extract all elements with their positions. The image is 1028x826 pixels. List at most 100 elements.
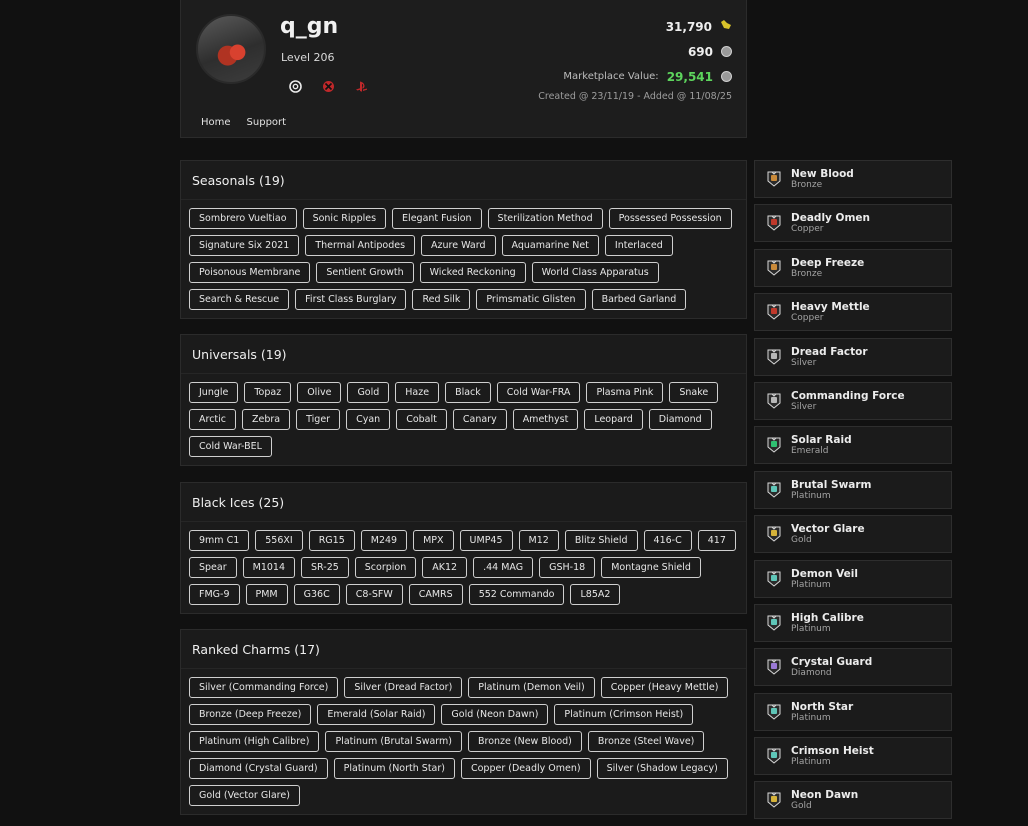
tag-chip[interactable]: Signature Six 2021 (189, 235, 300, 256)
tag-chip[interactable]: Red Silk (412, 289, 471, 310)
charm-item[interactable]: Solar Raid Emerald (754, 426, 952, 465)
tag-chip[interactable]: Interlaced (604, 235, 673, 256)
playstation-icon[interactable] (355, 80, 368, 93)
tag-chip[interactable]: AK12 (422, 557, 468, 578)
tag-chip[interactable]: Sonic Ripples (302, 208, 387, 229)
tag-chip[interactable]: 556XI (255, 530, 303, 551)
tag-chip[interactable]: Silver (Dread Factor) (344, 677, 463, 698)
tag-chip[interactable]: Silver (Commanding Force) (189, 677, 339, 698)
tag-chip[interactable]: .44 MAG (473, 557, 534, 578)
tag-chip[interactable]: Olive (297, 382, 342, 403)
nav-support-link[interactable]: Support (247, 117, 287, 128)
tag-chip[interactable]: Cold War-FRA (496, 382, 581, 403)
tag-chip[interactable]: C8-SFW (345, 584, 403, 605)
tag-chip[interactable]: RG15 (308, 530, 355, 551)
tag-chip[interactable]: Copper (Deadly Omen) (460, 758, 591, 779)
tag-chip[interactable]: M249 (360, 530, 408, 551)
tag-chip[interactable]: 552 Commando (468, 584, 565, 605)
tag-chip[interactable]: M12 (518, 530, 559, 551)
tag-chip[interactable]: Canary (452, 409, 507, 430)
tag-chip[interactable]: Black (445, 382, 491, 403)
charm-item[interactable]: Deep Freeze Bronze (754, 248, 952, 287)
tag-chip[interactable]: PMM (245, 584, 288, 605)
tag-chip[interactable]: Platinum (Demon Veil) (468, 677, 595, 698)
tag-chip[interactable]: Scorpion (354, 557, 417, 578)
tag-chip[interactable]: Sterilization Method (487, 208, 603, 229)
tag-chip[interactable]: Platinum (Brutal Swarm) (325, 731, 462, 752)
tag-chip[interactable]: Search & Rescue (189, 289, 290, 310)
tag-chip[interactable]: 417 (697, 530, 736, 551)
tag-chip[interactable]: Topaz (244, 382, 292, 403)
tag-chip[interactable]: Platinum (North Star) (333, 758, 455, 779)
tag-chip[interactable]: Platinum (High Calibre) (189, 731, 320, 752)
charm-item[interactable]: New Blood Bronze (754, 160, 952, 198)
tag-chip[interactable]: Wicked Reckoning (419, 262, 526, 283)
tag-chip[interactable]: Gold (Neon Dawn) (441, 704, 549, 725)
tag-chip[interactable]: Amethyst (512, 409, 579, 430)
tag-chip[interactable]: Cold War-BEL (189, 436, 272, 457)
charm-item[interactable]: Commanding Force Silver (754, 381, 952, 420)
tag-chip[interactable]: Blitz Shield (564, 530, 638, 551)
charm-item[interactable]: Brutal Swarm Platinum (754, 470, 952, 509)
tag-chip[interactable]: CAMRS (408, 584, 463, 605)
tag-chip[interactable]: Cyan (346, 409, 391, 430)
tag-chip[interactable]: Thermal Antipodes (305, 235, 416, 256)
tag-chip[interactable]: First Class Burglary (295, 289, 407, 310)
tag-chip[interactable]: Cobalt (396, 409, 447, 430)
tag-chip[interactable]: Haze (395, 382, 440, 403)
charm-item[interactable]: Crystal Guard Diamond (754, 648, 952, 687)
charm-item[interactable]: Crimson Heist Platinum (754, 737, 952, 776)
tag-chip[interactable]: Copper (Heavy Mettle) (600, 677, 729, 698)
tag-chip[interactable]: Bronze (New Blood) (468, 731, 582, 752)
tag-chip[interactable]: Gold (347, 382, 390, 403)
charm-item[interactable]: Neon Dawn Gold (754, 781, 952, 820)
charm-item[interactable]: North Star Platinum (754, 692, 952, 731)
charm-item[interactable]: Dread Factor Silver (754, 337, 952, 376)
tag-chip[interactable]: Poisonous Membrane (189, 262, 311, 283)
tag-chip[interactable]: SR-25 (301, 557, 349, 578)
charm-item[interactable]: Demon Veil Platinum (754, 559, 952, 598)
charm-item[interactable]: Deadly Omen Copper (754, 204, 952, 243)
tag-chip[interactable]: Azure Ward (421, 235, 496, 256)
tag-chip[interactable]: Plasma Pink (586, 382, 664, 403)
tag-chip[interactable]: Bronze (Steel Wave) (587, 731, 705, 752)
tag-chip[interactable]: L85A2 (570, 584, 621, 605)
charm-item[interactable]: High Calibre Platinum (754, 603, 952, 642)
tag-chip[interactable]: Leopard (584, 409, 643, 430)
tag-chip[interactable]: UMP45 (459, 530, 513, 551)
tag-chip[interactable]: Diamond (648, 409, 712, 430)
tag-chip[interactable]: 416-C (643, 530, 692, 551)
tag-chip[interactable]: FMG-9 (189, 584, 240, 605)
tag-chip[interactable]: Aquamarine Net (501, 235, 599, 256)
tag-chip[interactable]: Primsmatic Glisten (476, 289, 586, 310)
ubisoft-icon[interactable] (289, 80, 302, 93)
tag-chip[interactable]: Montagne Shield (601, 557, 701, 578)
tag-chip[interactable]: Jungle (189, 382, 239, 403)
tag-chip[interactable]: Possessed Possession (608, 208, 732, 229)
tag-chip[interactable]: G36C (293, 584, 340, 605)
tag-chip[interactable]: Barbed Garland (591, 289, 687, 310)
tag-chip[interactable]: Snake (669, 382, 719, 403)
tag-chip[interactable]: Sombrero Vueltiao (189, 208, 297, 229)
tag-chip[interactable]: Silver (Shadow Legacy) (596, 758, 728, 779)
tag-chip[interactable]: GSH-18 (539, 557, 596, 578)
tag-chip[interactable]: MPX (413, 530, 454, 551)
tag-chip[interactable]: Arctic (189, 409, 237, 430)
tag-chip[interactable]: M1014 (242, 557, 296, 578)
tag-chip[interactable]: Gold (Vector Glare) (189, 785, 300, 806)
tag-chip[interactable]: 9mm C1 (189, 530, 250, 551)
charm-item[interactable]: Heavy Mettle Copper (754, 293, 952, 332)
tag-chip[interactable]: Bronze (Deep Freeze) (189, 704, 312, 725)
nav-home-link[interactable]: Home (201, 117, 231, 128)
tag-chip[interactable]: Emerald (Solar Raid) (317, 704, 436, 725)
tag-chip[interactable]: Sentient Growth (316, 262, 414, 283)
tag-chip[interactable]: Spear (189, 557, 237, 578)
tag-chip[interactable]: World Class Apparatus (531, 262, 659, 283)
charm-item[interactable]: Vector Glare Gold (754, 515, 952, 554)
xbox-icon[interactable] (322, 80, 335, 93)
tag-chip[interactable]: Tiger (296, 409, 341, 430)
tag-chip[interactable]: Platinum (Crimson Heist) (554, 704, 694, 725)
tag-chip[interactable]: Elegant Fusion (392, 208, 482, 229)
tag-chip[interactable]: Diamond (Crystal Guard) (189, 758, 328, 779)
tag-chip[interactable]: Zebra (242, 409, 291, 430)
